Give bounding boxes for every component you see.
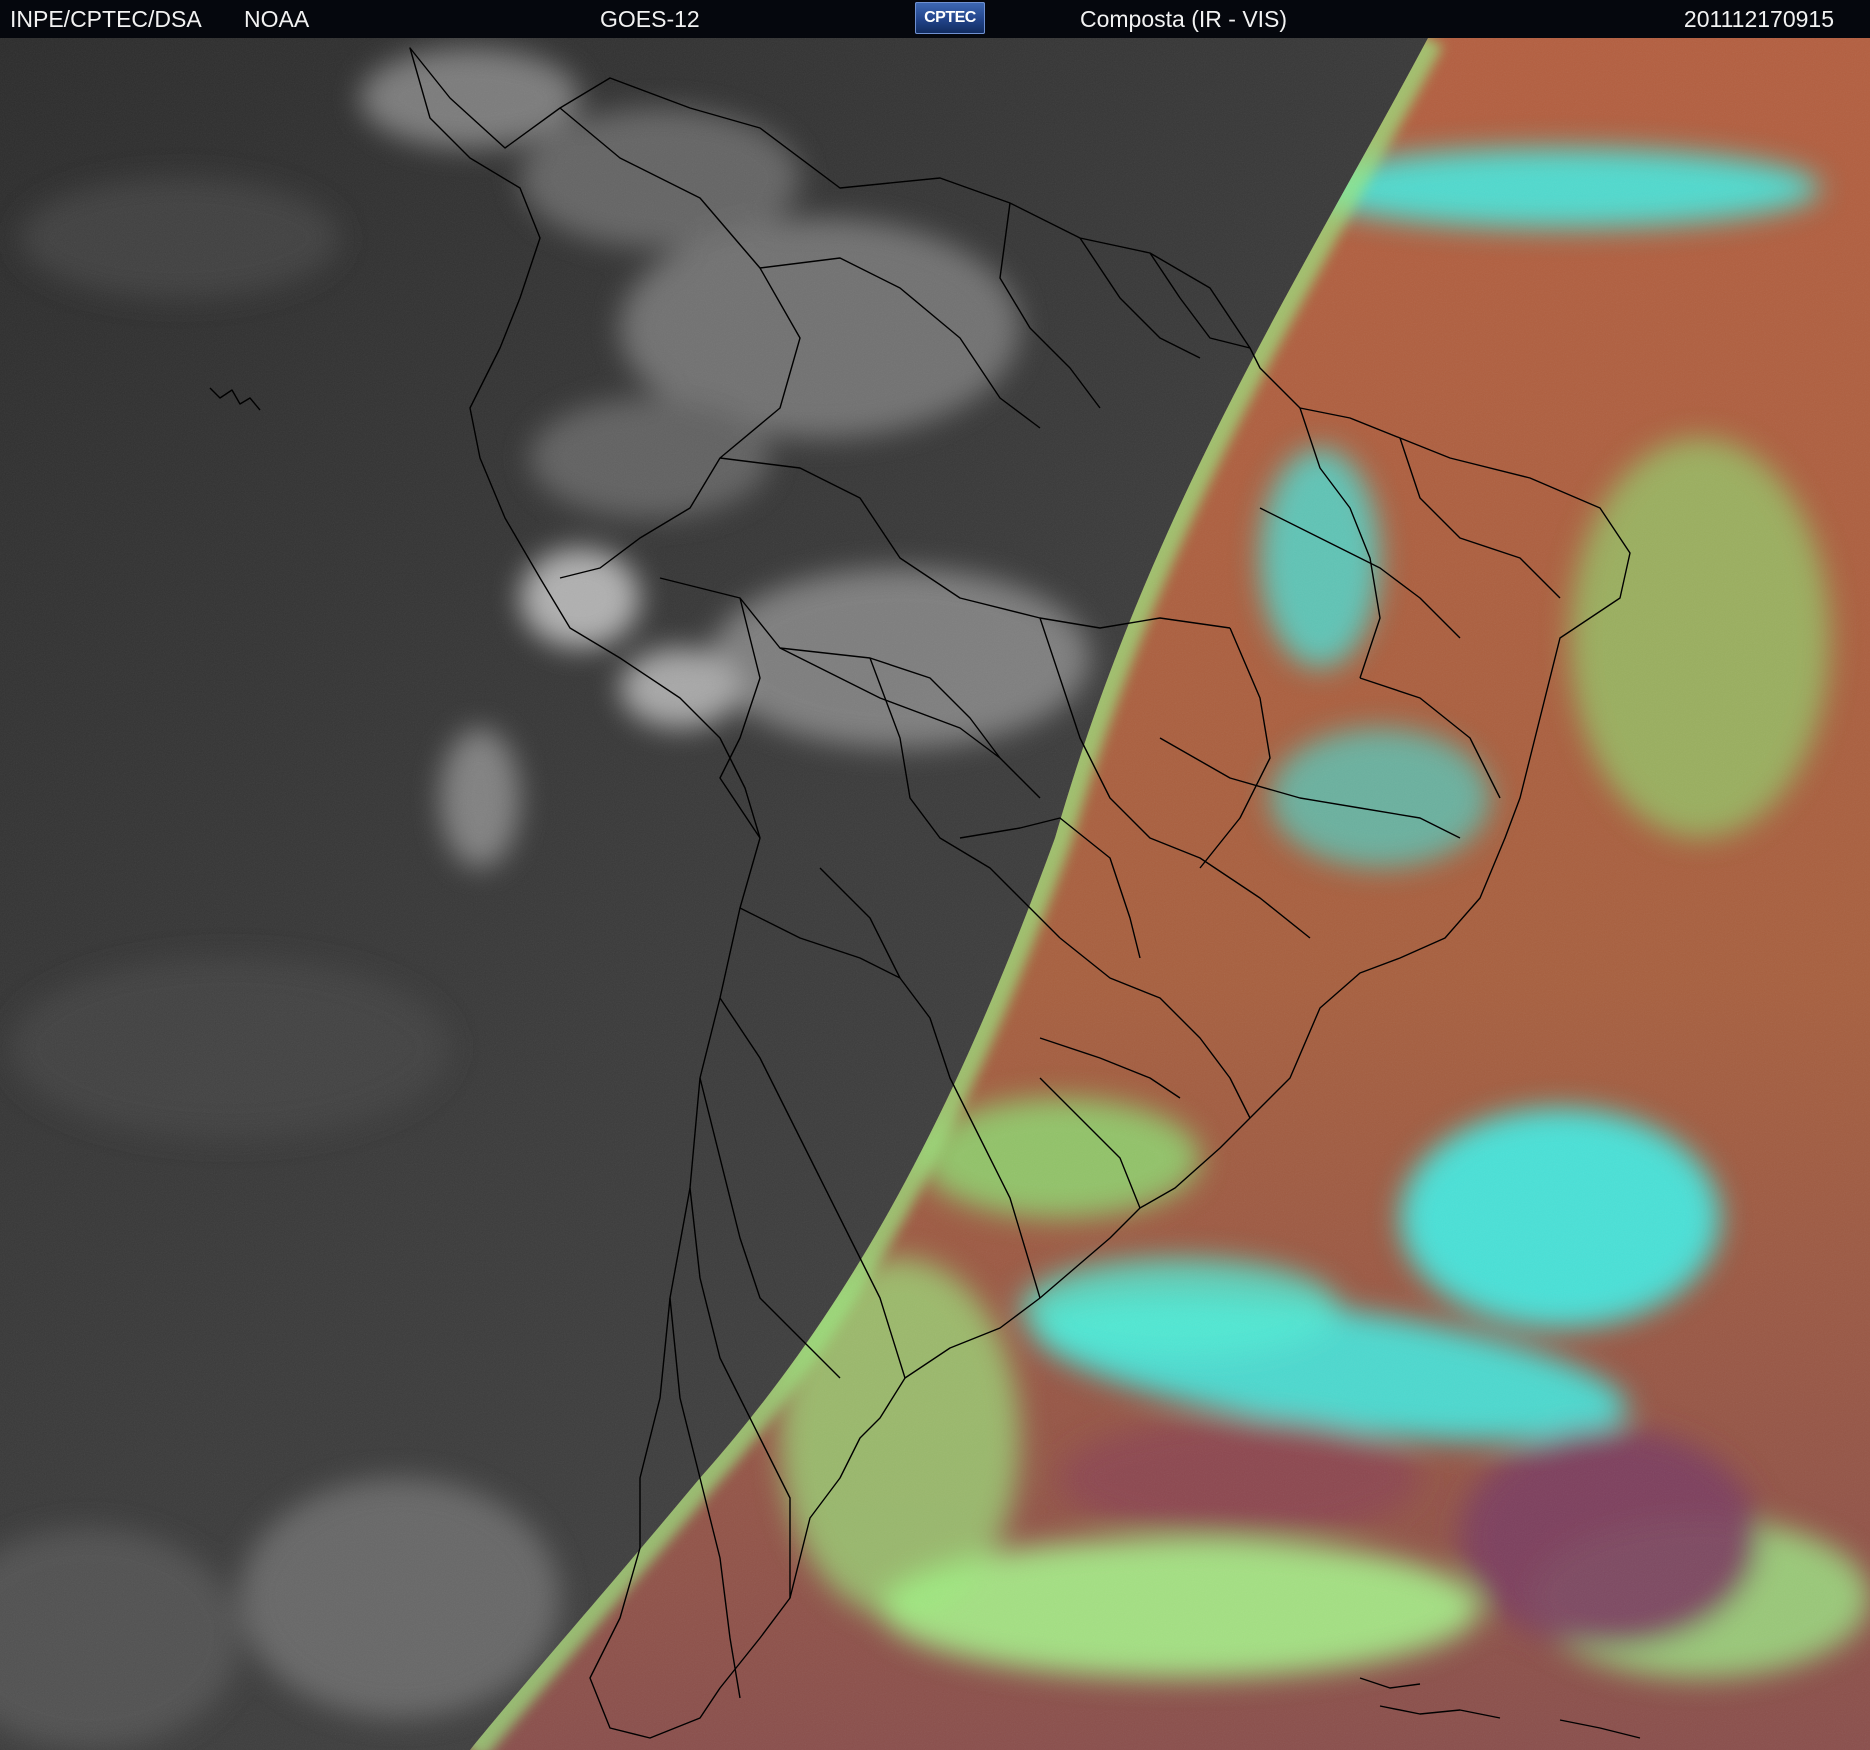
agency-label: INPE/CPTEC/DSA [10,6,202,32]
partner-label: NOAA [244,6,310,32]
cptec-logo-text: CPTEC [924,9,976,26]
satellite-image [0,38,1870,1750]
satellite-label: GOES-12 [600,6,700,32]
title-bar: INPE/CPTEC/DSA NOAA GOES-12 CPTEC Compos… [0,0,1870,39]
cptec-logo: CPTEC [915,2,985,34]
timestamp-label: 201112170915 [1683,6,1834,32]
product-label: Composta (IR - VIS) [1080,6,1288,32]
satellite-map-svg [0,38,1870,1750]
